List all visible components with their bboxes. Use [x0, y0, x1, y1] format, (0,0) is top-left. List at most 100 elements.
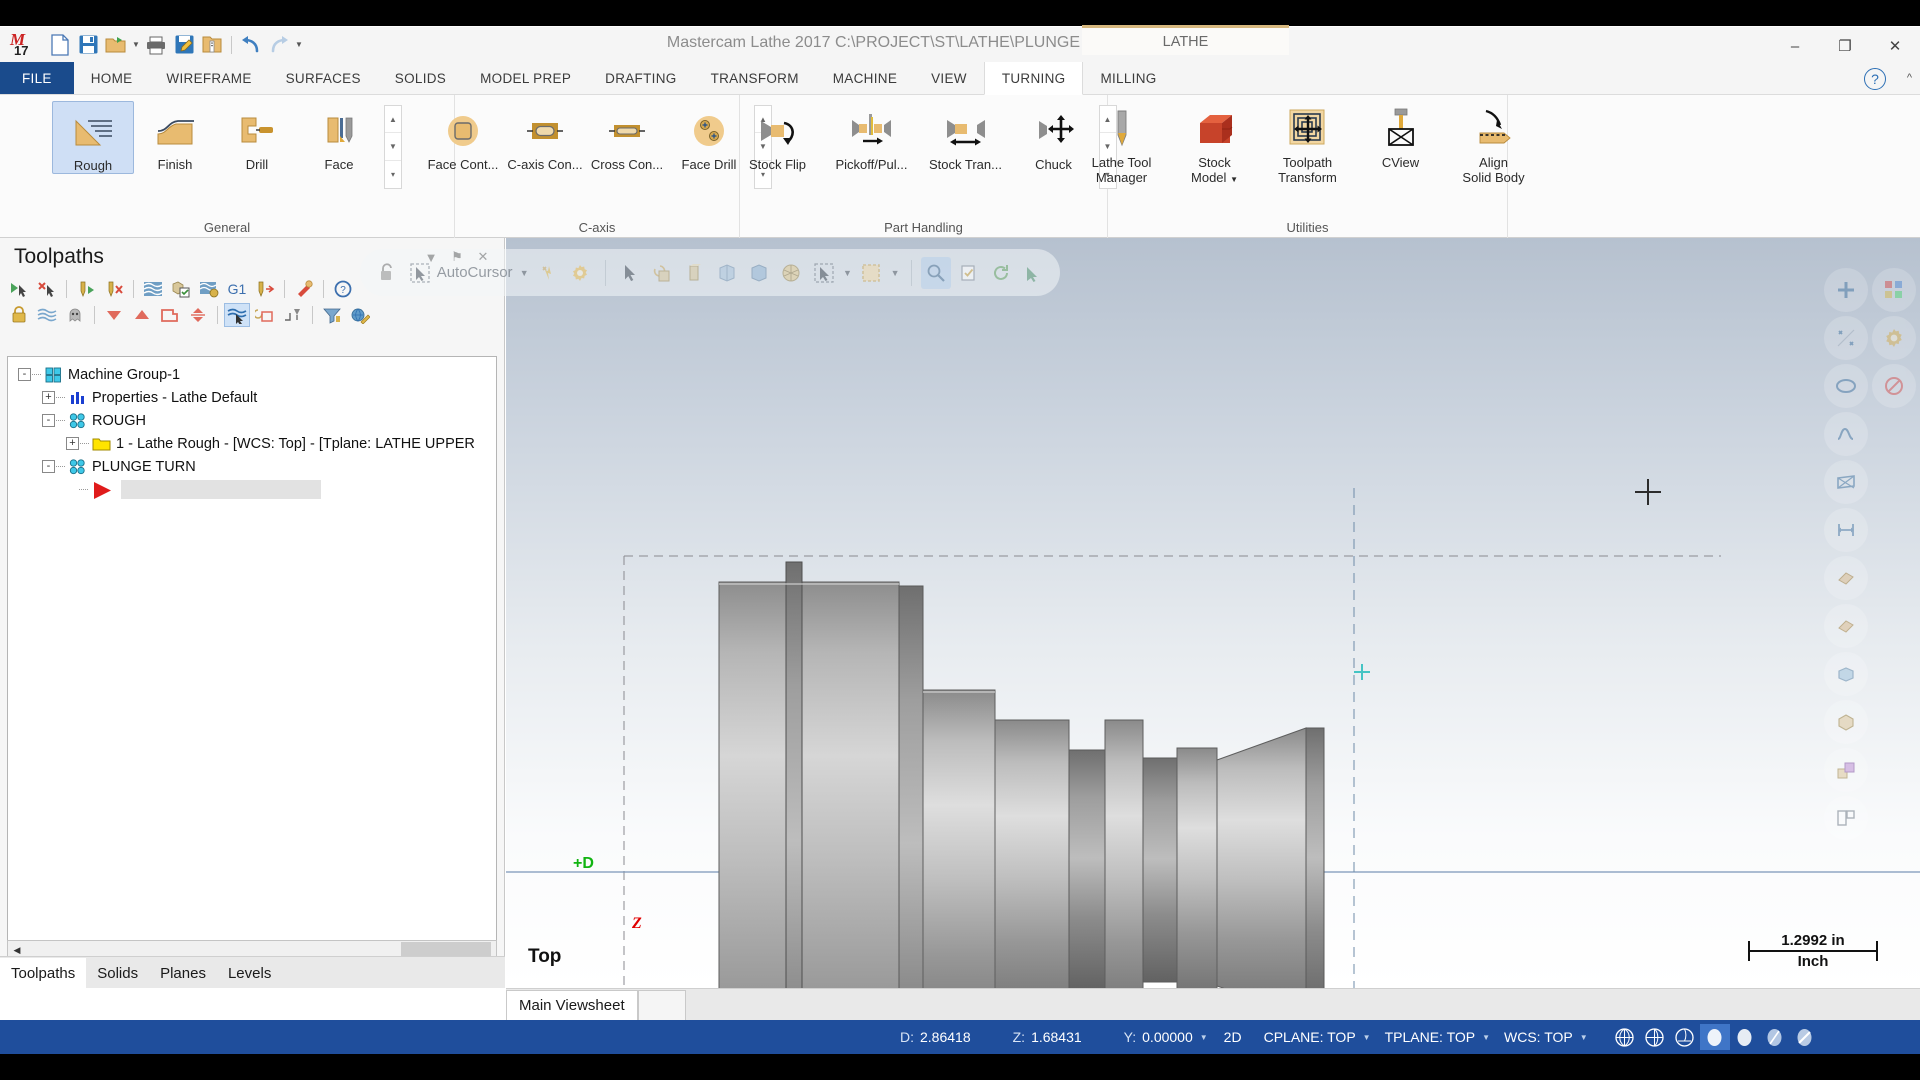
move-up-icon[interactable] — [129, 303, 155, 327]
toolpath-display-icon[interactable] — [224, 303, 250, 327]
d-coordinate[interactable]: D: 2.86418 — [900, 1029, 971, 1045]
lathe-tool-manager-button[interactable]: Lathe Tool Manager — [1070, 99, 1174, 185]
stock-model-button[interactable]: Stock Model ▼ — [1174, 99, 1256, 187]
tab-solids[interactable]: Solids — [86, 958, 149, 988]
config-grid-icon[interactable] — [1872, 268, 1916, 312]
fit-icon[interactable] — [1824, 268, 1868, 312]
autocursor-dropdown-caret[interactable]: ▼ — [518, 268, 531, 278]
gallery-scroll-down-icon[interactable]: ▼ — [385, 134, 401, 161]
align-solid-body-button[interactable]: Align Solid Body — [1442, 99, 1546, 185]
select-all-toolpaths-icon[interactable] — [6, 277, 32, 301]
material-icon[interactable] — [1790, 1024, 1820, 1050]
tree-item-rough-group[interactable]: - ROUGH — [16, 409, 496, 432]
tree-item-lathe-rough[interactable]: + 1 - Lathe Rough - [WCS: Top] - [Tplane… — [16, 432, 496, 455]
tab-drafting[interactable]: DRAFTING — [588, 62, 693, 94]
shade-solid-icon[interactable] — [1699, 1024, 1730, 1050]
collapse-ribbon-icon[interactable]: ^ — [1907, 72, 1912, 84]
customize-qat-icon[interactable]: ▼ — [293, 31, 305, 59]
tab-main-viewsheet[interactable]: Main Viewsheet — [506, 990, 638, 1020]
tool-settings-icon[interactable] — [291, 277, 317, 301]
verify-check-icon[interactable] — [953, 257, 983, 289]
select-face-icon[interactable] — [679, 257, 709, 289]
shade-wireframe-icon[interactable] — [1610, 1024, 1640, 1050]
cview-button[interactable]: CView — [1360, 99, 1442, 170]
toolpath-transform-button[interactable]: Toolpath Transform — [1256, 99, 1360, 185]
autocursor-icon[interactable] — [404, 257, 434, 289]
tplane-field[interactable]: TPLANE: TOP ▼ — [1385, 1029, 1494, 1045]
open-folder-icon[interactable] — [102, 31, 130, 59]
stock-flip-button[interactable]: Stock Flip — [731, 101, 825, 172]
g1-post-icon[interactable]: G1 — [224, 277, 250, 301]
wcs-field[interactable]: WCS: TOP ▼ — [1504, 1029, 1592, 1045]
restore-button[interactable]: ❐ — [1820, 29, 1870, 63]
tree-expander[interactable]: + — [66, 437, 79, 450]
dimension-mode[interactable]: 2D — [1224, 1029, 1242, 1045]
tab-planes[interactable]: Planes — [149, 958, 217, 988]
select-all-caret[interactable]: ▼ — [841, 268, 854, 278]
toolpath-chain-icon[interactable] — [1824, 556, 1868, 600]
file-properties-icon[interactable] — [198, 31, 226, 59]
select-body-icon[interactable] — [744, 257, 774, 289]
gear-icon[interactable] — [1872, 316, 1916, 360]
face-button[interactable]: Face — [298, 101, 380, 172]
select-entity-icon[interactable] — [647, 257, 677, 289]
shade-hidden-icon[interactable] — [1640, 1024, 1670, 1050]
tree-item-insert-marker[interactable] — [16, 478, 496, 501]
tree-item-plunge-turn-group[interactable]: - PLUNGE TURN — [16, 455, 496, 478]
stock-setup-icon[interactable] — [319, 303, 345, 327]
tree-expander[interactable]: - — [42, 414, 55, 427]
undo-icon[interactable] — [237, 31, 265, 59]
geometry-display-icon[interactable] — [252, 303, 278, 327]
caxis-contour-button[interactable]: C-axis Con... — [504, 101, 586, 172]
select-arrow-icon[interactable] — [614, 257, 644, 289]
verify-icon[interactable] — [168, 277, 194, 301]
analyze-icon[interactable] — [920, 256, 952, 289]
lock-icon[interactable] — [6, 303, 32, 327]
backplot-icon[interactable] — [140, 277, 166, 301]
z-coordinate[interactable]: Z: 1.68431 — [1013, 1029, 1082, 1045]
high-speed-toolpath-icon[interactable] — [252, 277, 278, 301]
wireframe-box-icon[interactable] — [1824, 652, 1868, 696]
drill-button[interactable]: Drill — [216, 101, 298, 172]
window-select-icon[interactable] — [856, 257, 886, 289]
general-gallery-scroll[interactable]: ▲ ▼ ▾ — [384, 105, 402, 189]
tree-expander[interactable]: - — [18, 368, 31, 381]
tplane-caret[interactable]: ▼ — [1482, 1033, 1490, 1042]
tree-item-machine-group[interactable]: - Machine Group-1 — [16, 363, 496, 386]
redo-icon[interactable] — [265, 31, 293, 59]
graphics-viewport[interactable]: Top +D Z 1.2992 in Inch — [506, 238, 1920, 988]
wcs-caret[interactable]: ▼ — [1580, 1033, 1588, 1042]
rough-button[interactable]: Rough — [52, 101, 134, 174]
tree-expander[interactable]: - — [42, 460, 55, 473]
stock-model-dropdown-caret[interactable]: ▼ — [1230, 175, 1238, 184]
shade-partial-icon[interactable] — [1670, 1024, 1700, 1050]
tab-wireframe[interactable]: WIREFRAME — [149, 62, 268, 94]
select-solid-icon[interactable] — [712, 257, 742, 289]
expand-collapse-icon[interactable] — [185, 303, 211, 327]
circle-icon[interactable] — [1824, 364, 1868, 408]
solid-box-icon[interactable] — [1824, 700, 1868, 744]
stock-transfer-button[interactable]: Stock Tran... — [919, 101, 1013, 172]
undo-view-icon[interactable] — [1018, 257, 1048, 289]
select-mesh-icon[interactable] — [776, 257, 806, 289]
tab-milling[interactable]: MILLING — [1083, 62, 1173, 94]
tab-turning[interactable]: TURNING — [983, 62, 1084, 95]
levels-color-icon[interactable] — [1824, 748, 1868, 792]
help-circle-icon[interactable]: ? — [330, 277, 356, 301]
surface-icon[interactable] — [1824, 460, 1868, 504]
shade-translucent-icon[interactable] — [1760, 1024, 1790, 1050]
move-down-icon[interactable] — [101, 303, 127, 327]
gallery-scroll-up-icon[interactable]: ▲ — [385, 106, 401, 133]
regenerate-invalid-icon[interactable] — [101, 277, 127, 301]
save-icon[interactable] — [74, 31, 102, 59]
tab-solids[interactable]: SOLIDS — [378, 62, 463, 94]
point-snap-icon[interactable] — [1824, 316, 1868, 360]
spline-icon[interactable] — [1824, 412, 1868, 456]
autocursor-settings-quick-icon[interactable] — [533, 257, 563, 289]
select-all-icon[interactable] — [809, 257, 839, 289]
tab-view[interactable]: VIEW — [914, 62, 984, 94]
toolpath-tree[interactable]: - Machine Group-1 + Properties - Lathe D… — [7, 356, 497, 981]
tab-machine[interactable]: MACHINE — [816, 62, 914, 94]
tree-expander[interactable]: + — [42, 391, 55, 404]
tab-surfaces[interactable]: SURFACES — [269, 62, 378, 94]
